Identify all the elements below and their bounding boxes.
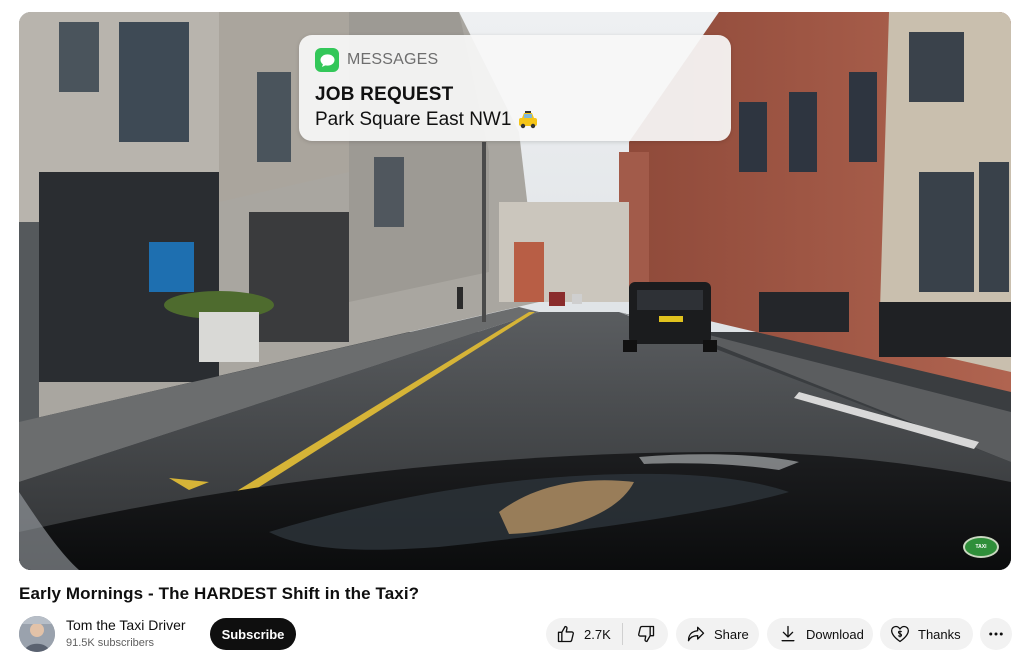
like-dislike-group: 2.7K xyxy=(546,618,668,650)
thumbs-up-icon xyxy=(556,624,576,644)
channel-watermark-logo: TAXI xyxy=(963,536,999,558)
taxi-icon xyxy=(517,111,539,129)
subscriber-count: 91.5K subscribers xyxy=(66,637,155,649)
notification-title: JOB REQUEST xyxy=(315,84,454,105)
message-notification: MESSAGES JOB REQUEST Park Square East NW… xyxy=(299,35,731,141)
subscribe-button[interactable]: Subscribe xyxy=(210,618,296,650)
notification-body: Park Square East NW1 xyxy=(315,109,512,130)
share-arrow-icon xyxy=(686,624,706,644)
video-title: Early Mornings - The HARDEST Shift in th… xyxy=(19,584,420,603)
dislike-button[interactable] xyxy=(623,618,668,650)
share-label: Share xyxy=(714,626,749,642)
more-horizontal-icon xyxy=(987,625,1005,643)
download-button[interactable]: Download xyxy=(767,618,873,650)
channel-avatar[interactable] xyxy=(19,616,55,652)
more-actions-button[interactable] xyxy=(980,618,1012,650)
notification-app-name: MESSAGES xyxy=(347,51,439,68)
download-icon xyxy=(778,624,798,644)
like-button[interactable]: 2.7K xyxy=(546,618,622,650)
video-player[interactable]: MESSAGES JOB REQUEST Park Square East NW… xyxy=(19,12,1011,570)
message-bubble-icon xyxy=(315,48,339,72)
super-thanks-icon xyxy=(890,624,910,644)
download-label: Download xyxy=(806,626,864,642)
share-button[interactable]: Share xyxy=(676,618,759,650)
thanks-button[interactable]: Thanks xyxy=(880,618,973,650)
thanks-label: Thanks xyxy=(918,626,961,642)
like-count: 2.7K xyxy=(584,626,611,642)
channel-name[interactable]: Tom the Taxi Driver xyxy=(66,617,186,633)
thumbs-down-icon xyxy=(636,624,656,644)
